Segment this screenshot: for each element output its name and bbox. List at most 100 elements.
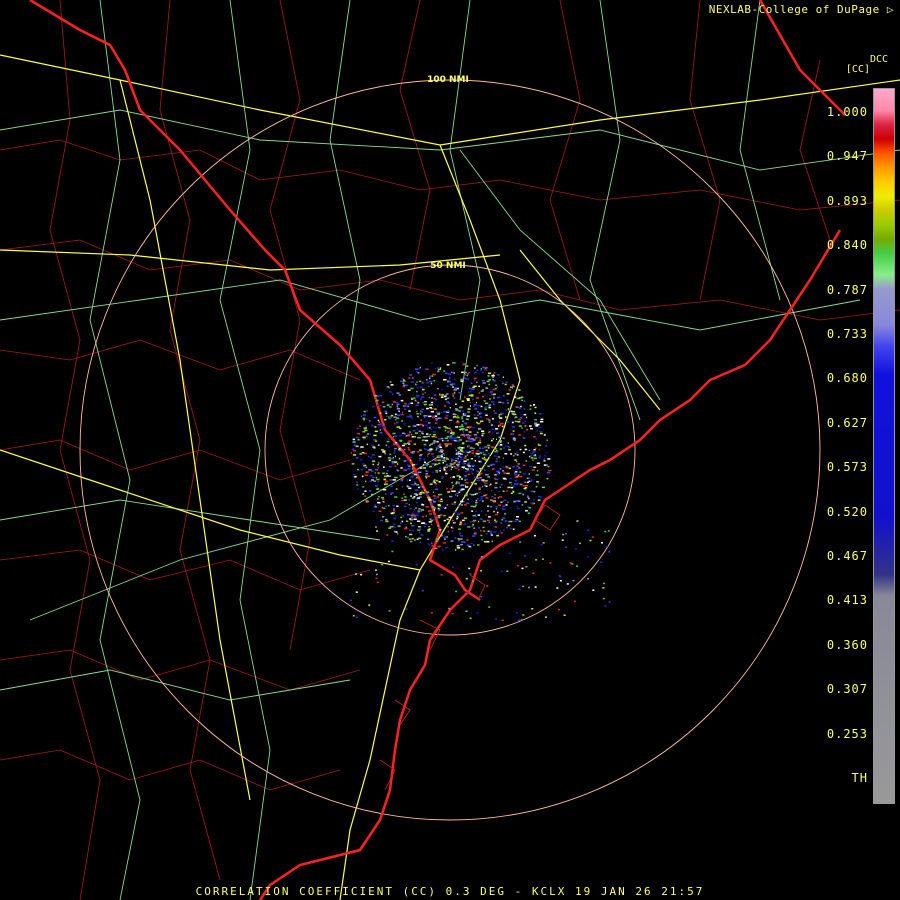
echo-pixel <box>388 417 392 420</box>
echo-pixel <box>410 495 412 497</box>
echo-pixel <box>365 425 367 428</box>
echo-pixel <box>533 535 536 537</box>
echo-pixel <box>463 500 465 503</box>
echo-pixel <box>384 452 387 455</box>
echo-pixel <box>505 466 508 468</box>
echo-pixel <box>418 368 420 370</box>
echo-pixel <box>461 429 464 431</box>
echo-pixel <box>532 499 535 501</box>
echo-pixel <box>375 469 378 471</box>
echo-pixel <box>476 401 477 404</box>
echo-pixel <box>496 374 500 376</box>
echo-pixel <box>364 465 367 468</box>
echo-pixel <box>484 464 487 466</box>
echo-pixel <box>459 535 464 537</box>
echo-pixel <box>458 461 461 464</box>
echo-pixel <box>350 452 352 454</box>
echo-pixel <box>483 541 487 543</box>
echo-pixel <box>433 397 436 400</box>
echo-pixel <box>518 425 522 427</box>
echo-pixel <box>422 401 425 404</box>
external-link-icon[interactable]: ▷ <box>887 3 894 16</box>
echo-pixel <box>395 417 400 419</box>
echo-pixel <box>525 429 529 431</box>
echo-pixel <box>534 412 537 414</box>
radar-site <box>444 446 456 458</box>
echo-pixel <box>367 418 369 420</box>
echo-pixel <box>500 532 503 534</box>
legend-tick: 0.307 <box>826 682 868 697</box>
echo-pixel <box>494 482 498 484</box>
echo-pixel <box>452 439 455 441</box>
echo-pixel <box>425 420 428 423</box>
echo-pixel <box>498 504 501 506</box>
echo-pixel <box>440 367 442 369</box>
echo-pixel <box>501 412 504 415</box>
echo-pixel <box>449 406 451 409</box>
echo-pixel <box>383 466 385 468</box>
legend-tick: 0.520 <box>826 504 868 519</box>
echo-pixel <box>428 499 432 501</box>
echo-pixel <box>481 479 485 481</box>
echo-pixel <box>382 488 387 491</box>
echo-pixel <box>436 540 438 542</box>
echo-pixel <box>546 477 549 480</box>
echo-pixel <box>460 380 464 382</box>
echo-pixel <box>494 486 498 489</box>
echo-pixel <box>465 434 470 437</box>
echo-pixel <box>502 470 505 472</box>
echo-pixel <box>487 519 490 522</box>
echo-pixel <box>487 476 490 478</box>
echo-pixel <box>453 389 457 391</box>
echo-pixel <box>352 615 355 617</box>
legend-tick: 0.253 <box>826 726 868 741</box>
echo-pixel <box>403 460 406 462</box>
echo-pixel <box>404 469 407 471</box>
echo-pixel <box>423 458 426 461</box>
echo-pixel <box>403 384 405 386</box>
echo-pixel <box>417 510 421 512</box>
echo-pixel <box>480 530 482 532</box>
echo-pixel <box>445 394 447 396</box>
echo-pixel <box>481 389 484 391</box>
echo-pixel <box>517 500 521 502</box>
echo-pixel <box>435 399 438 401</box>
echo-pixel <box>454 439 457 442</box>
echo-pixel <box>424 401 427 403</box>
echo-pixel <box>476 498 479 500</box>
echo-pixel <box>529 502 533 504</box>
echo-pixel <box>378 496 380 498</box>
echo-pixel <box>441 534 443 537</box>
echo-pixel <box>539 496 543 498</box>
echo-pixel <box>437 515 441 517</box>
echo-pixel <box>440 507 442 509</box>
echo-pixel <box>394 455 396 458</box>
echo-pixel <box>538 455 542 457</box>
echo-pixel <box>393 508 395 510</box>
echo-pixel <box>454 537 457 539</box>
echo-pixel <box>431 463 435 465</box>
echo-pixel <box>504 520 507 522</box>
echo-pixel <box>394 413 397 416</box>
echo-pixel <box>524 420 527 422</box>
echo-pixel <box>491 489 493 492</box>
echo-pixel <box>419 454 422 457</box>
echo-pixel <box>431 545 434 547</box>
echo-pixel <box>489 398 491 400</box>
echo-pixel <box>524 555 527 557</box>
echo-pixel <box>403 405 405 407</box>
echo-pixel <box>476 612 479 614</box>
echo-pixel <box>411 529 415 532</box>
echo-pixel <box>414 399 416 402</box>
echo-pixel <box>439 446 442 449</box>
echo-pixel <box>500 483 503 486</box>
legend-tick: TH <box>851 771 868 785</box>
echo-pixel <box>375 476 378 479</box>
echo-pixel <box>533 466 537 468</box>
echo-pixel <box>416 381 418 383</box>
echo-pixel <box>486 533 488 535</box>
echo-pixel <box>455 403 457 405</box>
echo-pixel <box>478 491 481 493</box>
echo-pixel <box>486 418 488 420</box>
echo-pixel <box>484 408 487 411</box>
